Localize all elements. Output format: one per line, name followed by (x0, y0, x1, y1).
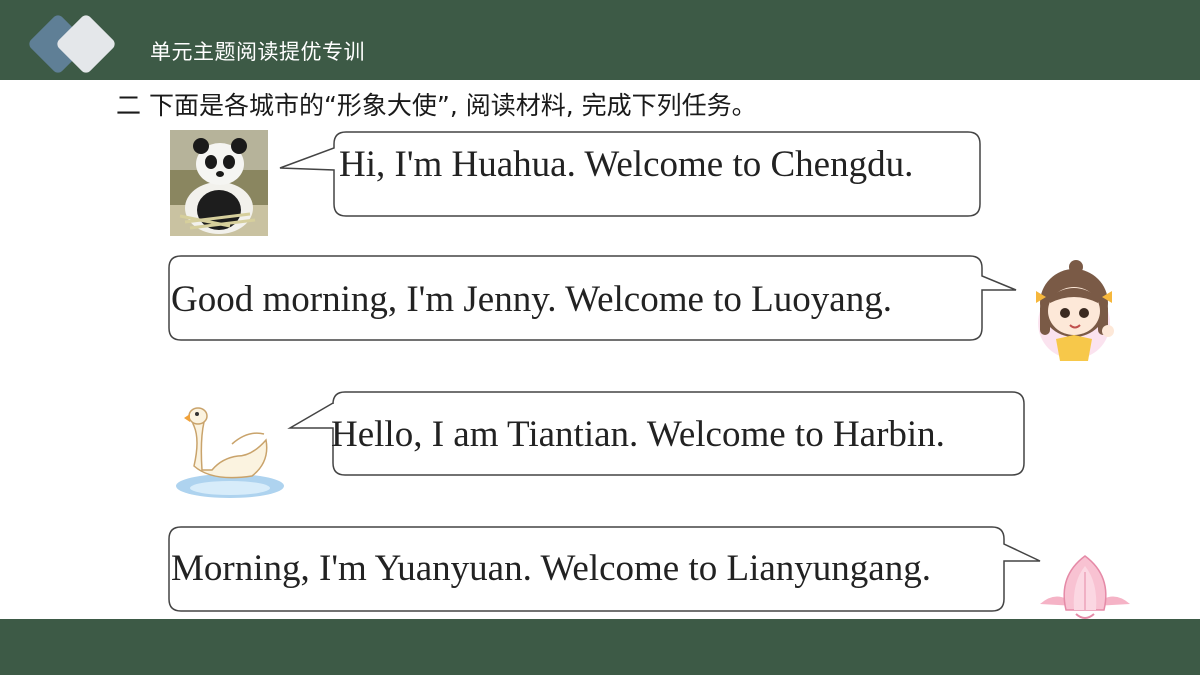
page-title: 单元主题阅读提优专训 (150, 40, 365, 64)
bubble-text-2: Good morning, I'm Jenny. Welcome to Luoy… (171, 279, 892, 320)
panda-icon (170, 130, 268, 236)
logo-diamond-icon (29, 15, 115, 73)
instruction-text: 二 下面是各城市的“形象大使”, 阅读材料, 完成下列任务。 (116, 91, 757, 120)
swan-icon (176, 407, 284, 498)
girl-icon (1036, 260, 1114, 361)
lotus-icon (1040, 555, 1130, 619)
bubble-text-1: Hi, I'm Huahua. Welcome to Chengdu. (339, 144, 914, 185)
bubble-text-3: Hello, I am Tiantian. Welcome to Harbin. (331, 414, 945, 455)
bubble-text-4: Morning, I'm Yuanyuan. Welcome to Lianyu… (171, 548, 931, 589)
footer-bar (0, 619, 1200, 675)
